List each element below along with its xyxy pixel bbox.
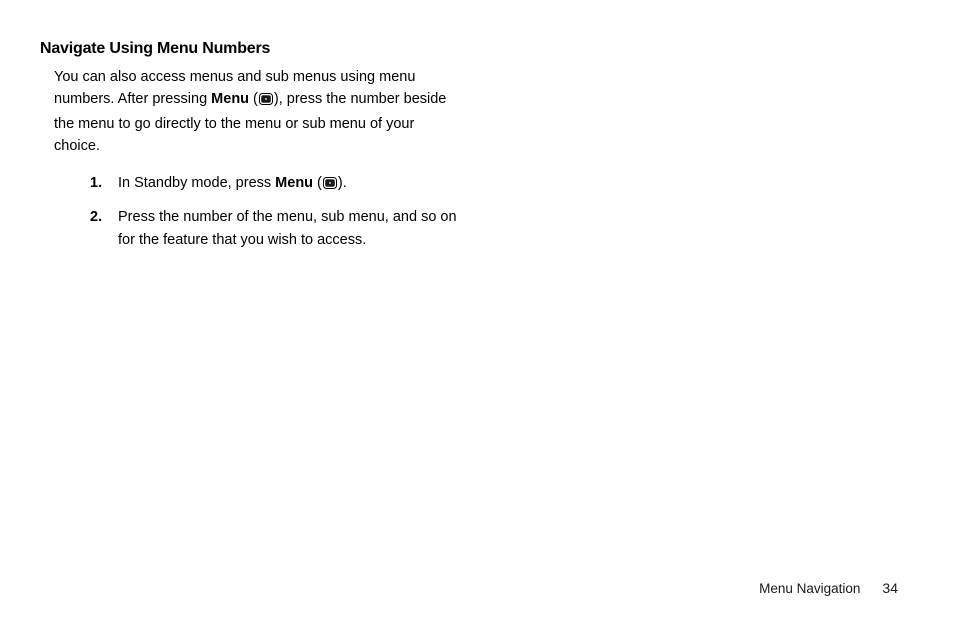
page-number: 34 (882, 580, 898, 596)
intro-menu-label: Menu (211, 91, 249, 107)
footer-section-title: Menu Navigation (759, 581, 860, 596)
page-footer: Menu Navigation 34 (759, 580, 898, 596)
step-number: 2. (90, 206, 118, 251)
step1-mid: ( (313, 175, 322, 191)
step1-post: ). (338, 175, 347, 191)
ok-button-icon (323, 174, 337, 196)
intro-mid: ( (249, 91, 258, 107)
step-body: In Standby mode, press Menu (). (118, 172, 470, 196)
step1-menu-label: Menu (275, 175, 313, 191)
ok-button-icon (259, 90, 273, 112)
steps-list: 1. In Standby mode, press Menu (). 2. Pr… (90, 172, 470, 251)
list-item: 2. Press the number of the menu, sub men… (90, 206, 470, 251)
intro-paragraph: You can also access menus and sub menus … (54, 66, 462, 158)
step-number: 1. (90, 172, 118, 196)
list-item: 1. In Standby mode, press Menu (). (90, 172, 470, 196)
step1-pre: In Standby mode, press (118, 175, 275, 191)
step-body: Press the number of the menu, sub menu, … (118, 206, 470, 251)
section-heading: Navigate Using Menu Numbers (40, 40, 898, 58)
